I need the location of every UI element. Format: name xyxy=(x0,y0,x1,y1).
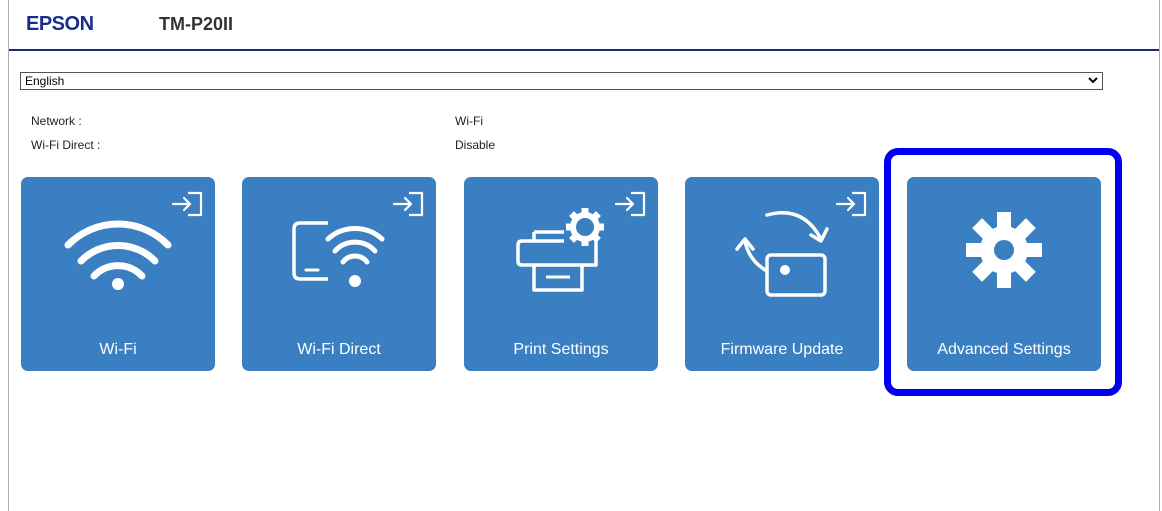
language-select[interactable]: English xyxy=(20,72,1103,90)
tile-advanced-settings[interactable]: Advanced Settings xyxy=(907,177,1101,371)
model-name: TM-P20II xyxy=(159,14,234,34)
brand-logo: EPSON xyxy=(26,13,94,35)
language-select-value: English xyxy=(25,74,65,88)
tile-firmware-update[interactable]: Firmware Update xyxy=(685,177,879,371)
tile-wifi-label: Wi-Fi xyxy=(99,341,137,358)
chevron-down-icon xyxy=(1088,73,1098,92)
wifi-direct-label: Wi-Fi Direct : xyxy=(31,138,101,152)
tile-firmware-update-label: Firmware Update xyxy=(720,341,844,358)
tile-print-settings-label: Print Settings xyxy=(513,341,609,358)
tile-wifi-direct-label: Wi-Fi Direct xyxy=(297,341,381,358)
header-bar: EPSON TM-P20II xyxy=(9,0,1159,51)
tile-wifi[interactable]: Wi-Fi xyxy=(21,177,215,371)
network-label: Network : xyxy=(31,114,82,128)
tile-wifi-direct[interactable]: Wi-Fi Direct xyxy=(242,177,436,371)
tile-advanced-settings-label: Advanced Settings xyxy=(937,341,1071,358)
network-value: Wi-Fi xyxy=(455,114,483,128)
wifi-direct-value: Disable xyxy=(455,138,496,152)
tile-print-settings[interactable]: Print Settings xyxy=(464,177,658,371)
page-frame: EPSON TM-P20II English Network : Wi-Fi W… xyxy=(8,0,1160,511)
